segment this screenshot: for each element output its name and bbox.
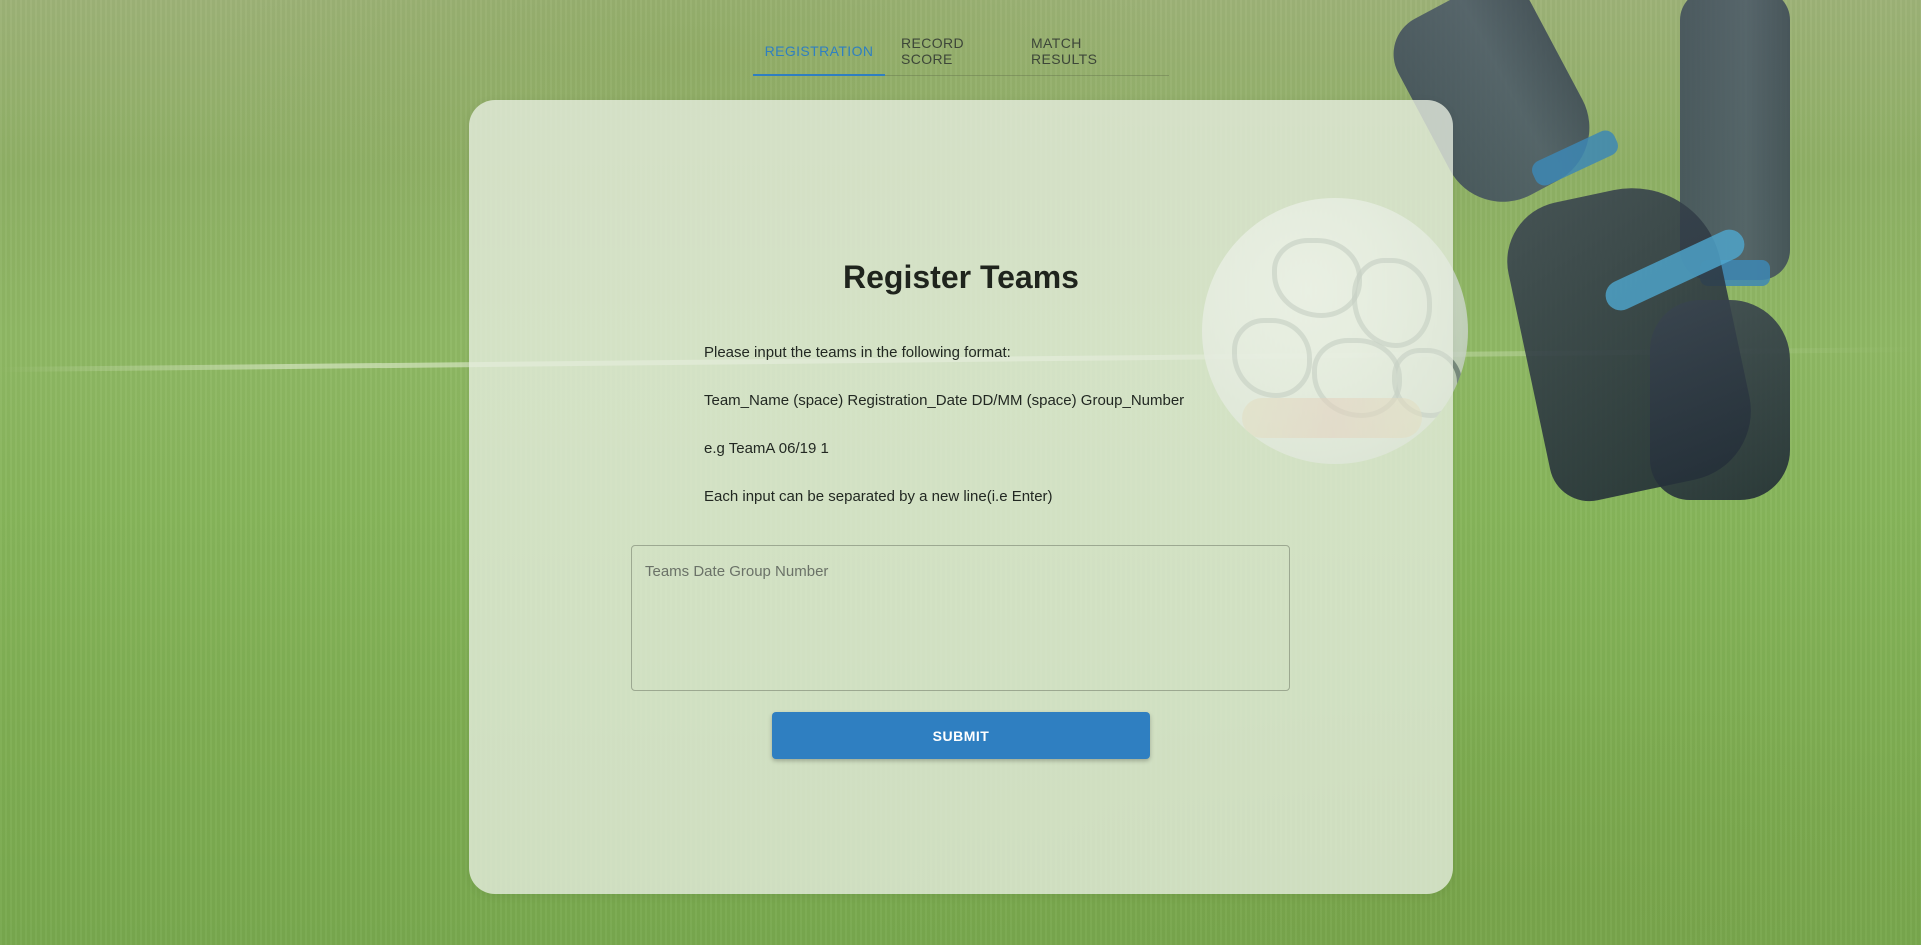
instruction-format: Team_Name (space) Registration_Date DD/M… [704, 392, 1185, 409]
boot-right-icon [1650, 300, 1790, 500]
submit-button[interactable]: SUBMIT [772, 712, 1150, 759]
instruction-example: e.g TeamA 06/19 1 [704, 440, 829, 457]
teams-input-container [631, 545, 1290, 691]
instruction-separator: Each input can be separated by a new lin… [704, 488, 1053, 505]
tab-registration[interactable]: REGISTRATION [753, 26, 885, 76]
tab-match-results[interactable]: MATCH RESULTS [1015, 26, 1145, 75]
teams-input[interactable] [632, 546, 1289, 690]
page: REGISTRATION RECORD SCORE MATCH RESULTS … [0, 0, 1921, 945]
tab-record-score[interactable]: RECORD SCORE [885, 26, 1015, 75]
registration-card: Register Teams Please input the teams in… [469, 100, 1453, 894]
nav-tabs: REGISTRATION RECORD SCORE MATCH RESULTS [753, 26, 1169, 76]
instruction-line: Please input the teams in the following … [704, 344, 1011, 361]
page-title: Register Teams [843, 259, 1079, 295]
